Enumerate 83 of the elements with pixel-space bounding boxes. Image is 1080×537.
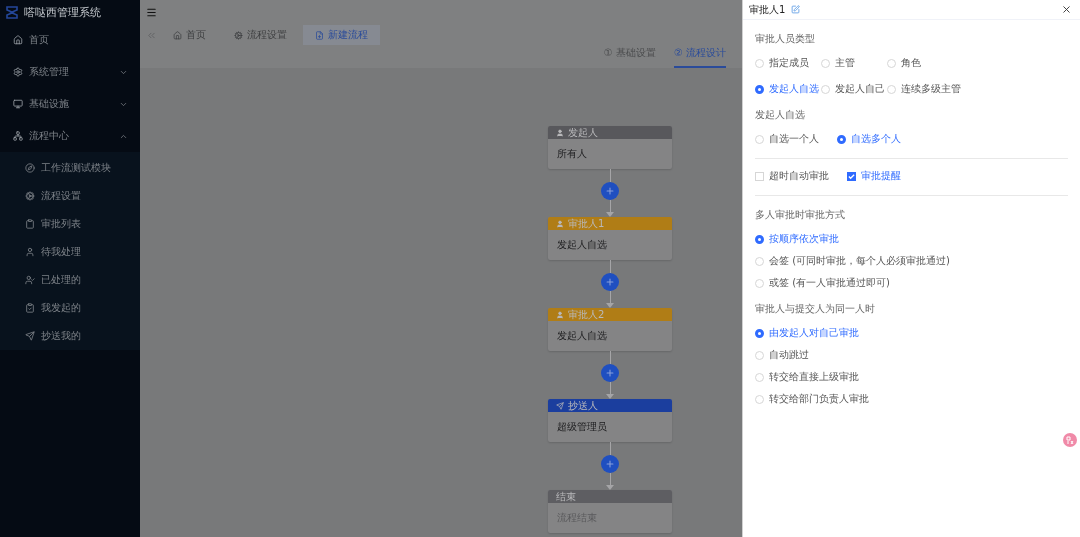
section-label: 多人审批时审批方式 bbox=[755, 208, 846, 222]
flow-node[interactable]: 审批人2 发起人自选 bbox=[548, 308, 672, 351]
flow-node[interactable]: 抄送人 超级管理员 bbox=[548, 399, 672, 442]
node-title: 审批人2 bbox=[568, 307, 605, 322]
user-icon bbox=[556, 219, 564, 228]
send-icon bbox=[25, 331, 35, 341]
menu-icon[interactable] bbox=[146, 6, 157, 18]
file-plus-icon bbox=[315, 30, 324, 40]
checkbox[interactable] bbox=[847, 171, 856, 181]
radio-option[interactable]: 转交给直接上级审批 bbox=[755, 368, 1068, 386]
node-content: 发起人自选 bbox=[557, 329, 607, 343]
gear-icon bbox=[13, 67, 23, 77]
house-icon bbox=[13, 35, 23, 45]
user-icon bbox=[25, 247, 35, 257]
node-title: 审批人1 bbox=[568, 216, 605, 231]
sidebar-item[interactable]: 首页 bbox=[0, 24, 140, 56]
plus-icon bbox=[605, 367, 615, 378]
radio-option[interactable]: 自选多个人 bbox=[837, 130, 901, 148]
house-icon bbox=[173, 30, 182, 40]
user-icon bbox=[556, 128, 564, 137]
clipboard-icon bbox=[25, 219, 35, 229]
radio-option[interactable]: 发起人自选 bbox=[755, 80, 821, 98]
radio-option[interactable]: 主管 bbox=[821, 54, 887, 72]
section-label: 审批人与提交人为同一人时 bbox=[755, 302, 876, 316]
node-content: 发起人自选 bbox=[557, 238, 607, 252]
user-check-icon bbox=[25, 275, 35, 285]
node-title: 发起人 bbox=[568, 125, 598, 140]
send-icon bbox=[556, 401, 564, 410]
radio-option[interactable]: 发起人自己 bbox=[821, 80, 887, 98]
cog-icon bbox=[234, 30, 243, 40]
sidebar-item[interactable]: 系统管理 bbox=[0, 56, 140, 88]
node-title: 结束 bbox=[556, 489, 576, 504]
sidebar-subitem[interactable]: 流程设置 bbox=[0, 182, 140, 210]
sidebar-item[interactable]: 基础设施 bbox=[0, 88, 140, 120]
radio-option[interactable]: 按顺序依次审批 bbox=[755, 230, 1068, 248]
sidebar-subitem[interactable]: 我发起的 bbox=[0, 294, 140, 322]
logo-icon bbox=[6, 5, 18, 19]
checkbox-option[interactable]: 审批提醒 bbox=[847, 167, 901, 185]
radio-button[interactable] bbox=[755, 234, 764, 244]
clipboard-check-icon bbox=[25, 303, 35, 313]
flow-node[interactable]: 发起人 所有人 bbox=[548, 126, 672, 169]
section-label: 审批人员类型 bbox=[755, 32, 816, 46]
add-node-button[interactable] bbox=[601, 272, 619, 291]
page-tab[interactable]: 首页 bbox=[161, 25, 218, 45]
radio-button[interactable] bbox=[837, 134, 846, 144]
network-icon bbox=[13, 131, 23, 141]
plus-icon bbox=[605, 458, 615, 469]
monitor-icon bbox=[13, 99, 23, 109]
node-content: 超级管理员 bbox=[557, 420, 607, 434]
node-title: 抄送人 bbox=[568, 398, 598, 413]
radio-option[interactable]: 自选一个人 bbox=[755, 130, 819, 148]
radio-option[interactable]: 转交给部门负责人审批 bbox=[755, 390, 1068, 408]
add-node-button[interactable] bbox=[601, 181, 619, 200]
radio-button[interactable] bbox=[755, 84, 764, 94]
radio-option[interactable]: 或签 (有一人审批通过即可) bbox=[755, 274, 1068, 292]
edit-icon[interactable] bbox=[791, 5, 801, 14]
radio-button[interactable] bbox=[755, 328, 764, 338]
compass-icon bbox=[25, 163, 35, 173]
radio-option[interactable]: 指定成员 bbox=[755, 54, 821, 72]
sidebar-subitem[interactable]: 抄送我的 bbox=[0, 322, 140, 350]
radio-option[interactable]: 自动跳过 bbox=[755, 346, 1068, 364]
close-icon[interactable] bbox=[1061, 4, 1072, 15]
radio-option[interactable]: 由发起人对自己审批 bbox=[755, 324, 1068, 342]
sidebar-subitem[interactable]: 工作流测试模块 bbox=[0, 154, 140, 182]
radio-option[interactable]: 会签 (可同时审批，每个人必须审批通过) bbox=[755, 252, 1068, 270]
radio-option[interactable]: 角色 bbox=[887, 54, 1068, 72]
flow-node[interactable]: 审批人1 发起人自选 bbox=[548, 217, 672, 260]
section-label: 发起人自选 bbox=[755, 108, 806, 122]
radio-option[interactable]: 连续多级主管 bbox=[887, 80, 1068, 98]
app-title: 嗒哒西管理系统 bbox=[24, 4, 101, 20]
sidebar-subitem[interactable]: 审批列表 bbox=[0, 210, 140, 238]
node-content: 所有人 bbox=[557, 147, 587, 161]
sidebar-item[interactable]: 流程中心 bbox=[0, 120, 140, 152]
plus-icon bbox=[605, 185, 615, 196]
checkbox-option[interactable]: 超时自动审批 bbox=[755, 167, 829, 185]
drawer-title: 审批人1 bbox=[749, 2, 786, 17]
user-icon bbox=[556, 310, 564, 319]
sidebar-subitem[interactable]: 已处理的 bbox=[0, 266, 140, 294]
sidebar-subitem[interactable]: 待我处理 bbox=[0, 238, 140, 266]
plus-icon bbox=[605, 276, 615, 287]
add-node-button[interactable] bbox=[601, 363, 619, 382]
add-node-button[interactable] bbox=[601, 454, 619, 473]
cog-icon bbox=[25, 191, 35, 201]
